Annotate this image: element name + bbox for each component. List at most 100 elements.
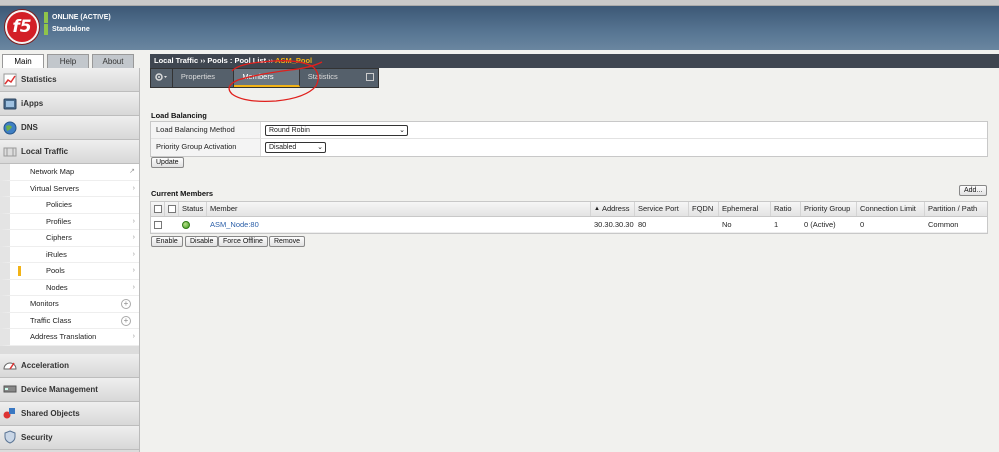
tab-help[interactable]: Help	[47, 54, 89, 68]
enable-button[interactable]: Enable	[151, 236, 183, 247]
col-status[interactable]: Status	[179, 202, 207, 216]
shield-icon	[3, 430, 17, 444]
chart-icon	[3, 73, 17, 87]
breadcrumb-separator: ››	[268, 56, 274, 65]
chevron-right-icon: ›	[132, 283, 135, 291]
lb-method-label: Load Balancing Method	[151, 122, 261, 138]
external-arrow-icon: ↗	[129, 168, 135, 175]
local-traffic-submenu: Network Map ↗ Virtual Servers › Policies P…	[0, 164, 139, 346]
sidebar-item-security[interactable]: Security	[0, 425, 139, 450]
member-fqdn	[689, 217, 719, 232]
sidebar-item-irules[interactable]: iRules ›	[0, 246, 139, 263]
col-connection-limit[interactable]: Connection Limit	[857, 202, 925, 216]
members-table-header: Status Member ▲ Address Service Port FQDN…	[151, 202, 987, 217]
update-button[interactable]: Update	[151, 157, 184, 168]
member-link[interactable]: ASM_Node:80	[210, 218, 259, 232]
breadcrumb-current-pool: ASM_Pool	[275, 56, 313, 65]
chevron-right-icon: ›	[132, 184, 135, 192]
pga-select[interactable]: Disabled ⌄	[265, 142, 326, 153]
chevron-right-icon: ›	[132, 234, 135, 241]
col-ratio[interactable]: Ratio	[771, 202, 801, 216]
sidebar-item-dns[interactable]: DNS	[0, 116, 139, 140]
sidebar-item-virtual-servers[interactable]: Virtual Servers ›	[0, 180, 139, 197]
chevron-right-icon: ›	[132, 267, 135, 274]
chevron-right-icon: ›	[132, 217, 135, 225]
breadcrumb-local-traffic[interactable]: Local Traffic	[154, 56, 198, 65]
add-member-button[interactable]: Add...	[959, 185, 988, 196]
globe-icon	[3, 121, 17, 135]
member-partition: Common	[928, 219, 959, 229]
member-port: 80	[638, 219, 647, 229]
breadcrumb-pool-list[interactable]: Pools : Pool List	[207, 56, 266, 65]
select-all-cell	[151, 202, 165, 216]
tab-statistics-label: Statistics	[307, 72, 338, 81]
status-standalone-text: Standalone	[52, 25, 90, 33]
sidebar-item-pools[interactable]: Pools ›	[0, 263, 139, 280]
sidebar-item-label: Virtual Servers	[30, 183, 80, 193]
sidebar-item-label: Network Map	[30, 167, 75, 176]
breadcrumb: Local Traffic ›› Pools : Pool List ›› AS…	[150, 54, 999, 68]
sidebar-item-ciphers[interactable]: Ciphers ›	[0, 230, 139, 247]
sidebar-item-label: Ciphers	[46, 233, 72, 242]
col-member[interactable]: Member	[207, 202, 591, 216]
sidebar-item-monitors[interactable]: Monitors +	[0, 296, 139, 313]
chevron-down-icon: ⌄	[399, 126, 405, 134]
sidebar-item-local-traffic[interactable]: Local Traffic	[0, 140, 139, 164]
remove-button[interactable]: Remove	[269, 236, 306, 247]
status-indicator-bar	[44, 23, 48, 35]
member-ratio: 1	[774, 219, 779, 229]
sidebar-item-address-translation[interactable]: Address Translation ›	[0, 329, 139, 346]
tab-statistics[interactable]: Statistics	[300, 69, 378, 87]
disable-button[interactable]: Disable	[185, 236, 219, 247]
select-all-checkbox[interactable]	[154, 205, 162, 213]
tab-main[interactable]: Main	[2, 54, 44, 68]
load-balancing-table: Load Balancing Method Round Robin ⌄ Prior…	[150, 121, 988, 157]
sidebar-item-network-map[interactable]: Network Map ↗	[0, 164, 139, 181]
sidebar-item-label: Monitors	[30, 299, 59, 308]
col-ephemeral[interactable]: Ephemeral	[719, 202, 771, 216]
pga-value: Disabled	[269, 144, 297, 151]
shapes-icon	[3, 406, 17, 420]
sidebar-item-label: Security	[21, 432, 53, 442]
lb-method-value: Round Robin	[269, 126, 310, 134]
sidebar-item-label: Profiles	[46, 216, 72, 226]
col-address[interactable]: ▲ Address	[591, 202, 635, 216]
lb-method-row: Load Balancing Method Round Robin ⌄	[151, 122, 987, 139]
plus-icon[interactable]: +	[121, 315, 131, 326]
breadcrumb-separator: ››	[200, 56, 206, 65]
member-ephemeral: No	[722, 219, 732, 229]
table-row: ASM_Node:80 30.30.30.30 80 No 1 0 (Activ…	[151, 217, 987, 233]
current-members-title: Current Members	[151, 189, 214, 198]
sidebar-item-profiles[interactable]: Profiles ›	[0, 213, 139, 230]
iapps-icon	[3, 97, 17, 111]
sidebar-item-label: Statistics	[21, 75, 57, 84]
sidebar-item-nodes[interactable]: Nodes ›	[0, 279, 139, 296]
plus-icon[interactable]: +	[121, 299, 131, 309]
header-banner: f5 ONLINE (ACTIVE) Standalone	[0, 6, 999, 50]
force-offline-button[interactable]: Force Offline	[218, 236, 268, 247]
sidebar-item-label: Policies	[46, 200, 72, 209]
sidebar-item-iapps[interactable]: iApps	[0, 92, 139, 116]
col-fqdn[interactable]: FQDN	[689, 202, 719, 216]
gear-menu-button[interactable]	[151, 69, 173, 87]
sidebar-item-statistics[interactable]: Statistics	[0, 68, 139, 92]
sidebar-item-policies[interactable]: Policies	[0, 197, 139, 214]
sidebar-item-shared-objects[interactable]: Shared Objects	[0, 401, 139, 426]
lb-method-select[interactable]: Round Robin ⌄	[265, 124, 408, 136]
f5-logo: f5	[5, 10, 39, 44]
col-priority-group[interactable]: Priority Group	[801, 202, 857, 216]
row-checkbox[interactable]	[154, 220, 162, 229]
tab-about[interactable]: About	[92, 54, 134, 68]
sidebar-item-label: Pools	[46, 266, 65, 275]
col-partition[interactable]: Partition / Path	[925, 202, 987, 216]
col-service-port[interactable]: Service Port	[635, 202, 689, 216]
tab-members[interactable]: Members	[234, 69, 300, 87]
sidebar-item-device-management[interactable]: Device Management	[0, 377, 139, 402]
sidebar-item-acceleration[interactable]: Acceleration	[0, 353, 139, 378]
tab-properties[interactable]: Properties	[173, 69, 235, 87]
status-filter-dropdown[interactable]	[168, 205, 176, 213]
sidebar-item-traffic-class[interactable]: Traffic Class +	[0, 312, 139, 329]
sidebar-item-label: Traffic Class	[30, 315, 72, 325]
sort-asc-icon: ▲	[594, 206, 600, 212]
